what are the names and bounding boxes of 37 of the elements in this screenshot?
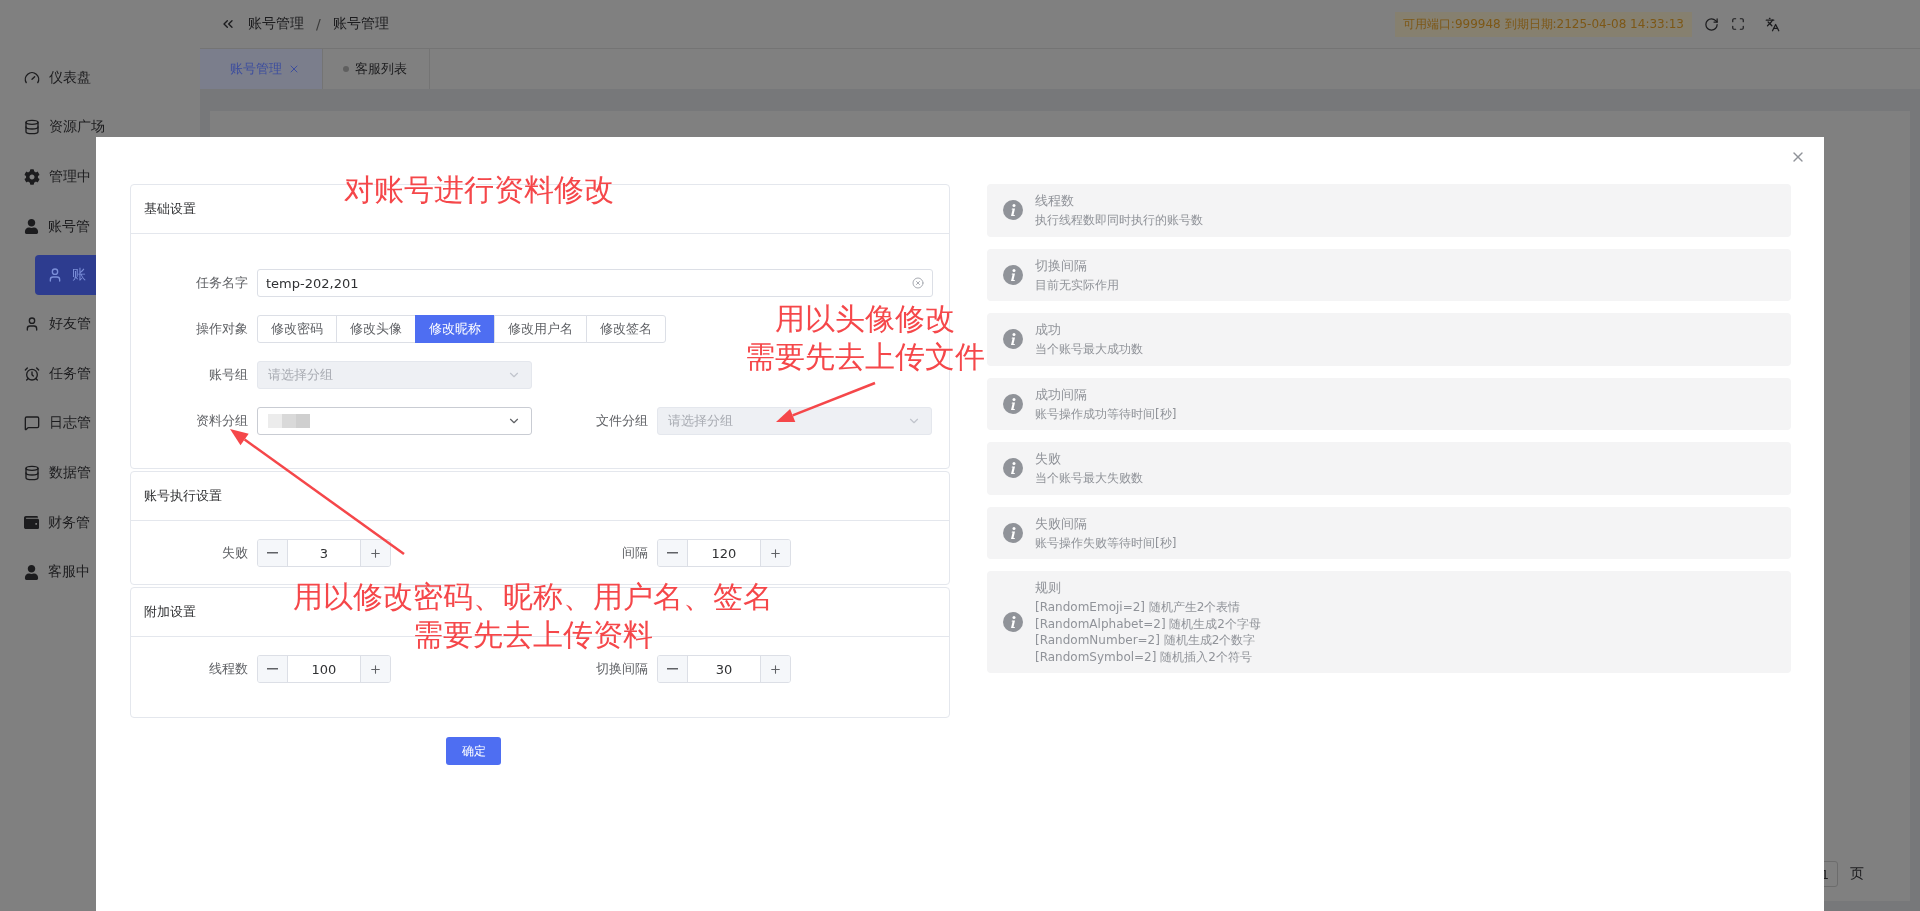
tip-title: 成功 (1035, 321, 1062, 339)
tip-text: [RandomNumber=2] 随机生成2个数字 (1035, 632, 1257, 649)
tip-text: 执行线程数即同时执行的账号数 (1035, 212, 1203, 229)
tip-text: 当个账号最大成功数 (1035, 341, 1143, 358)
tip-text: [RandomAlphabet=2] 随机生成2个字母 (1035, 615, 1261, 632)
tip-title: 切换间隔 (1035, 256, 1088, 275)
field-label: 资料分组 (195, 412, 248, 430)
field-label: 间隔 (621, 544, 648, 562)
field-label: 文件分组 (595, 412, 648, 430)
field-label: 操作对象 (195, 320, 248, 338)
annotation-text: 用以头像修改 (775, 300, 955, 338)
tip-title: 失败间隔 (1035, 514, 1088, 533)
annotation-text: 需要先去上传文件 (745, 338, 985, 376)
card-title: 基础设置 (144, 200, 196, 218)
field-label: 线程数 (208, 660, 248, 678)
tip-text: 目前无实际作用 (1035, 276, 1119, 293)
field-label: 账号组 (208, 366, 248, 384)
field-label: 切换间隔 (595, 660, 648, 678)
tip-text: 当个账号最大失败数 (1035, 470, 1143, 487)
tip-title: 规则 (1035, 579, 1062, 597)
annotation-text: 需要先去上传资料 (413, 616, 653, 654)
tip-title: 线程数 (1035, 192, 1075, 210)
card-title: 账号执行设置 (144, 487, 222, 505)
page-unit: 页 (1850, 865, 1864, 883)
tip-title: 成功间隔 (1035, 385, 1088, 404)
annotation-text: 对账号进行资料修改 (344, 171, 614, 209)
tip-text: 账号操作失败等待时间[秒] (1035, 534, 1177, 551)
field-label: 失败 (221, 544, 248, 562)
breadcrumb-separator: / (316, 16, 321, 32)
tip-title: 失败 (1035, 450, 1062, 468)
tip-text: 账号操作成功等待时间[秒] (1035, 405, 1177, 422)
license-badge: 可用端口:999948 到期日期:2125-04-08 14:33:13 (1394, 11, 1692, 37)
field-label: 任务名字 (195, 274, 248, 292)
tip-text: [RandomEmoji=2] 随机产生2个表情 (1035, 599, 1242, 616)
tip-text: [RandomSymbol=2] 随机插入2个符号 (1035, 648, 1253, 665)
card-title: 附加设置 (144, 603, 196, 621)
annotation-text: 用以修改密码、昵称、用户名、签名 (293, 578, 773, 616)
